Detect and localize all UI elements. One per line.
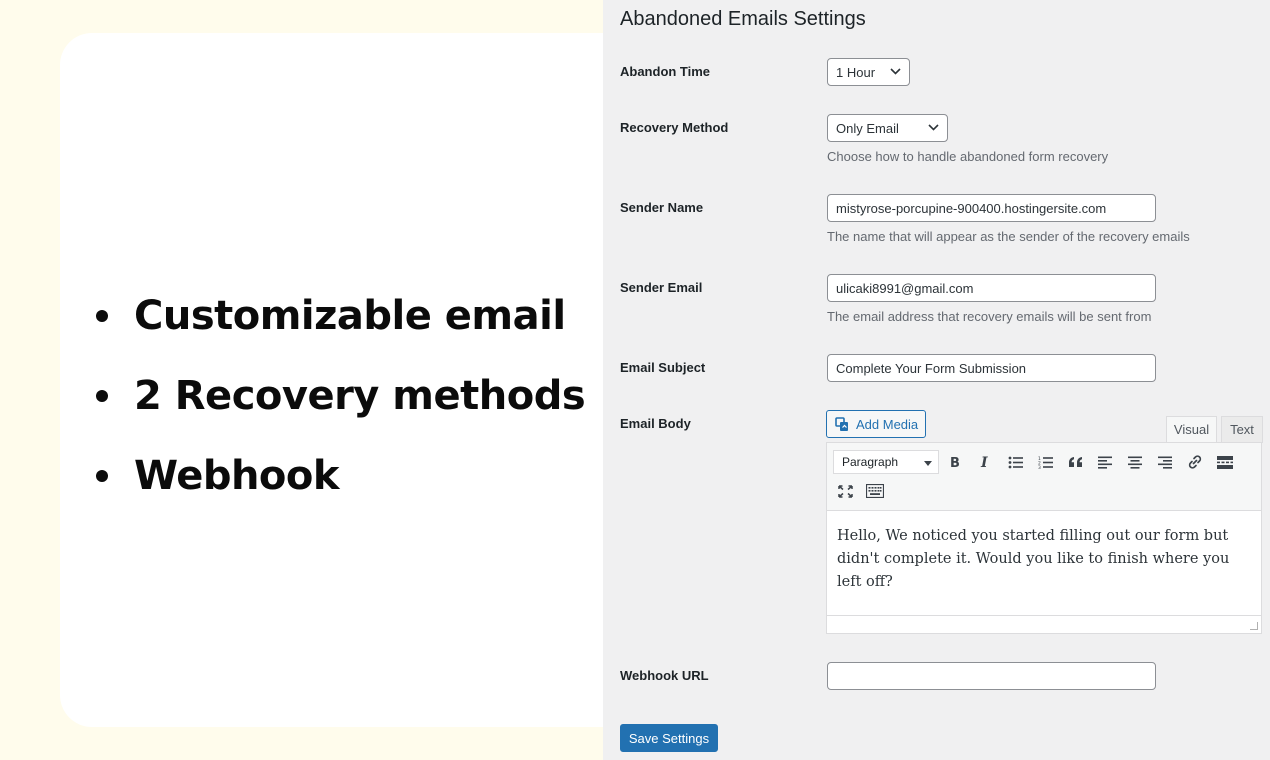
italic-icon[interactable]: I [973,450,997,474]
editor-content[interactable]: Hello, We noticed you started filling ou… [827,511,1261,608]
save-settings-button[interactable]: Save Settings [620,724,718,752]
bullet-icon [96,470,108,482]
keyboard-icon[interactable] [863,479,887,503]
recovery-method-value: Only Email [836,120,899,136]
svg-text:I: I [980,455,988,469]
feature-label: Customizable email [134,293,566,339]
feature-list: Customizable email 2 Recovery methods We… [96,276,586,516]
feature-item: Customizable email [96,276,585,356]
numbered-list-icon[interactable]: 123 [1033,450,1057,474]
email-subject-input[interactable]: Complete Your Form Submission [827,354,1156,382]
resize-handle-icon[interactable] [1250,622,1258,630]
recovery-method-label: Recovery Method [620,120,729,135]
svg-text:3: 3 [1038,465,1041,469]
blockquote-icon[interactable] [1063,450,1087,474]
fullscreen-icon[interactable] [833,479,857,503]
bold-icon[interactable]: B [943,450,967,474]
abandon-time-label: Abandon Time [620,64,711,79]
svg-text:B: B [950,456,960,469]
sender-name-input[interactable]: mistyrose-porcupine-900400.hostingersite… [827,194,1156,222]
read-more-icon[interactable] [1213,450,1237,474]
sender-email-label: Sender Email [620,280,703,295]
recovery-method-select[interactable]: Only Email [827,114,948,142]
abandon-time-select[interactable]: 1 Hour [827,58,910,86]
email-body-label: Email Body [620,416,691,431]
align-right-icon[interactable] [1153,450,1177,474]
webhook-url-label: Webhook URL [620,668,709,683]
settings-panel: Abandoned Emails Settings Abandon Time 1… [603,0,1270,760]
align-center-icon[interactable] [1123,450,1147,474]
editor-status-bar [827,615,1261,633]
add-media-button[interactable]: Add Media [826,410,926,438]
feature-label: 2 Recovery methods [134,373,586,419]
sender-email-input[interactable]: ulicaki8991@gmail.com [827,274,1156,302]
chevron-down-icon [928,122,939,134]
link-icon[interactable] [1183,450,1207,474]
email-body-editor[interactable]: Paragraph B I 123 Hello, We noticed you … [826,442,1262,634]
add-media-icon [835,416,850,432]
bullet-list-icon[interactable] [1003,450,1027,474]
bullet-icon [96,310,108,322]
recovery-method-description: Choose how to handle abandoned form reco… [827,149,1109,164]
format-select[interactable]: Paragraph [833,450,939,474]
tab-text[interactable]: Text [1221,416,1263,443]
caret-down-icon [924,455,932,469]
feature-item: Webhook [96,436,585,516]
align-left-icon[interactable] [1093,450,1117,474]
abandon-time-value: 1 Hour [836,64,876,80]
feature-item: 2 Recovery methods [96,356,586,436]
bullet-icon [96,390,108,402]
webhook-url-input[interactable] [827,662,1156,690]
sender-name-label: Sender Name [620,200,704,215]
tab-visual[interactable]: Visual [1166,416,1217,443]
sender-email-description: The email address that recovery emails w… [827,309,1152,324]
format-value: Paragraph [842,455,899,469]
email-subject-label: Email Subject [620,360,706,375]
sender-name-description: The name that will appear as the sender … [827,229,1190,244]
feature-label: Webhook [134,453,340,499]
page-title: Abandoned Emails Settings [620,8,866,30]
editor-toolbar: Paragraph B I 123 [827,443,1261,511]
add-media-label: Add Media [856,416,919,432]
chevron-down-icon [890,66,901,78]
